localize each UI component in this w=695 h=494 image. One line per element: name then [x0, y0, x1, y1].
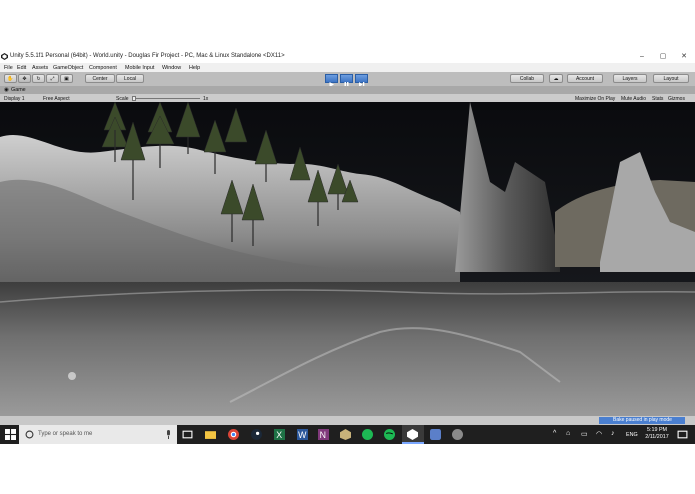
move-tool-icon: ✥ — [22, 76, 27, 82]
task-view-icon[interactable] — [182, 429, 193, 440]
steam-icon[interactable] — [251, 429, 262, 440]
windows-taskbar: Type or speak to me X W N ^ ⌂ ▭ ◠ ♪ ENG … — [0, 425, 695, 444]
pivot-toggle[interactable]: Center — [85, 74, 115, 83]
scale-label: Scale — [116, 95, 129, 102]
aspect-dropdown[interactable]: Free Aspect — [43, 96, 70, 102]
unity-taskbar-icon — [407, 429, 418, 440]
menu-file[interactable]: File — [4, 65, 13, 71]
menu-assets[interactable]: Assets — [32, 65, 48, 71]
search-placeholder: Type or speak to me — [38, 431, 93, 437]
menu-window[interactable]: Window — [162, 65, 181, 71]
spotify-icon[interactable] — [384, 429, 395, 440]
tray-chevron-icon[interactable]: ^ — [553, 430, 556, 437]
pivot-label: Center — [92, 76, 108, 82]
unity-logo-icon — [1, 53, 8, 60]
app-icon[interactable] — [430, 429, 441, 440]
scale-tool-icon: ⤢ — [50, 76, 55, 82]
search-box[interactable]: Type or speak to me — [19, 425, 177, 444]
notification-icon[interactable] — [677, 429, 688, 440]
scale-tool-button[interactable]: ⤢ — [46, 74, 59, 83]
battery-icon[interactable]: ▭ — [581, 430, 588, 438]
volume-icon[interactable]: ♪ — [611, 430, 615, 437]
app-icon[interactable] — [452, 429, 463, 440]
toolbar: ✋ ✥ ↻ ⤢ ▣ Center Local Collab ☁ Account … — [0, 72, 695, 87]
stats-toggle[interactable]: Stats — [652, 96, 663, 102]
clock-time: 5:19 PM — [646, 427, 668, 433]
collab-dropdown[interactable]: Collab — [510, 74, 544, 83]
layers-label: Layers — [622, 76, 638, 82]
status-bar: Bake paused in play mode — [0, 416, 695, 425]
svg-text:N: N — [320, 430, 326, 440]
play-button[interactable] — [325, 74, 338, 87]
layout-dropdown[interactable]: Layout — [653, 74, 689, 83]
rect-tool-button[interactable]: ▣ — [60, 74, 73, 83]
account-label: Account — [575, 76, 595, 82]
minimize-button[interactable]: – — [634, 52, 650, 61]
gizmos-dropdown[interactable]: Gizmos — [668, 96, 685, 102]
space-toggle[interactable]: Local — [116, 74, 144, 83]
package-icon[interactable] — [340, 429, 351, 440]
account-dropdown[interactable]: Account — [567, 74, 603, 83]
maximize-on-play-toggle[interactable]: Maximize On Play — [575, 96, 615, 102]
cloud-button[interactable]: ☁ — [549, 74, 563, 83]
title-bar: Unity 5.5.1f1 Personal (64bit) - World.u… — [0, 50, 695, 63]
maximize-button[interactable]: ▢ — [655, 52, 671, 61]
spotify-icon[interactable] — [362, 429, 373, 440]
unity-editor-window: Unity 5.5.1f1 Personal (64bit) - World.u… — [0, 50, 695, 425]
mic-icon[interactable] — [165, 430, 172, 439]
collab-label: Collab — [519, 76, 535, 82]
game-tab-label: Game — [11, 87, 26, 93]
scale-value: 1x — [203, 95, 209, 102]
game-tab-icon: ◉ — [4, 87, 9, 93]
clock-date: 2/11/2017 — [645, 434, 669, 440]
windows-start-icon[interactable] — [5, 429, 16, 440]
clock[interactable]: 5:19 PM 2/11/2017 — [643, 427, 671, 441]
step-button[interactable] — [355, 74, 368, 87]
mute-audio-toggle[interactable]: Mute Audio — [621, 96, 646, 102]
wifi-icon[interactable]: ◠ — [596, 430, 602, 438]
onenote-icon[interactable]: N — [318, 429, 329, 440]
menu-component[interactable]: Component — [89, 65, 117, 71]
excel-icon[interactable]: X — [274, 429, 285, 440]
unity-taskbar-button[interactable] — [402, 425, 424, 444]
scale-slider-handle[interactable] — [132, 95, 136, 101]
file-explorer-icon[interactable] — [205, 429, 216, 440]
window-title: Unity 5.5.1f1 Personal (64bit) - World.u… — [10, 53, 285, 59]
hand-tool-button[interactable]: ✋ — [4, 74, 17, 83]
hand-tool-icon: ✋ — [7, 76, 14, 82]
display-dropdown[interactable]: Display 1 — [4, 96, 25, 102]
space-label: Local — [124, 76, 136, 82]
game-tab[interactable]: ◉ Game — [0, 86, 695, 94]
rotate-tool-button[interactable]: ↻ — [32, 74, 45, 83]
chrome-icon[interactable] — [228, 429, 239, 440]
close-button[interactable]: ✕ — [676, 52, 692, 61]
language-indicator[interactable]: ENG — [626, 432, 638, 438]
rect-tool-icon: ▣ — [64, 76, 69, 82]
rotate-tool-icon: ↻ — [36, 76, 41, 82]
word-icon[interactable]: W — [297, 429, 308, 440]
scale-slider[interactable] — [132, 98, 200, 99]
game-scene-render — [0, 102, 695, 416]
menu-mobile-input[interactable]: Mobile Input — [125, 65, 154, 71]
move-tool-button[interactable]: ✥ — [18, 74, 31, 83]
pause-button[interactable] — [340, 74, 353, 87]
layers-dropdown[interactable]: Layers — [613, 74, 647, 83]
svg-text:X: X — [276, 430, 282, 440]
menu-help[interactable]: Help — [189, 65, 200, 71]
cloud-icon: ☁ — [553, 76, 559, 82]
menu-edit[interactable]: Edit — [17, 65, 26, 71]
status-message-text: Bake paused in play mode — [613, 417, 672, 423]
status-message: Bake paused in play mode — [599, 417, 685, 424]
menu-bar: File Edit Assets GameObject Component Mo… — [0, 63, 695, 72]
network-icon[interactable]: ⌂ — [566, 430, 570, 437]
cortana-icon — [25, 430, 34, 439]
svg-text:W: W — [298, 430, 307, 440]
menu-gameobject[interactable]: GameObject — [53, 65, 83, 71]
layout-label: Layout — [663, 76, 679, 82]
game-viewport[interactable] — [0, 102, 695, 416]
